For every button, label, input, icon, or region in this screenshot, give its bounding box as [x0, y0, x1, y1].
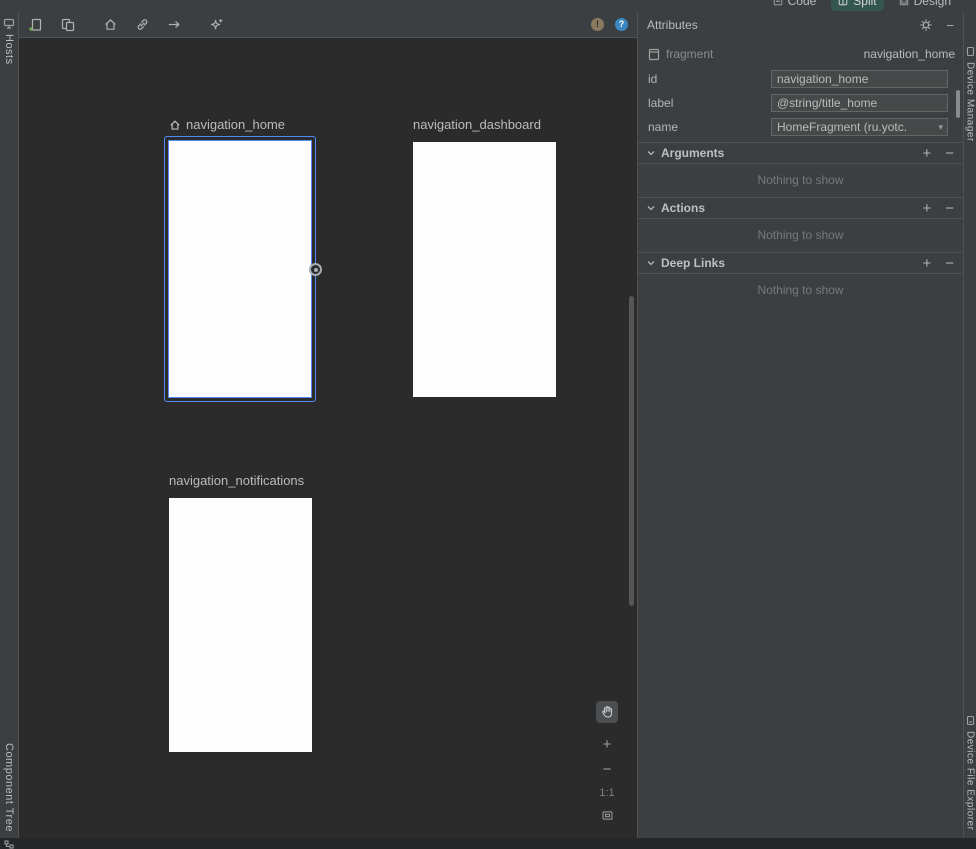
attributes-panel-header: Attributes − — [638, 12, 963, 38]
field-row-name: name HomeFragment (ru.yotc. ▾ — [648, 118, 948, 136]
tab-design-label: Design — [914, 0, 951, 8]
section-header-arguments[interactable]: Arguments + − — [638, 142, 963, 164]
zoom-to-fit-icon[interactable] — [601, 809, 614, 822]
section-header-actions[interactable]: Actions + − — [638, 197, 963, 219]
tab-code-label: Code — [788, 0, 817, 8]
editor-mode-tabs: Code Split Design — [766, 0, 958, 12]
tab-code[interactable]: Code — [766, 0, 824, 11]
zoom-in-button[interactable]: + — [603, 737, 612, 753]
left-tool-rail: Hosts Component Tree — [0, 12, 19, 838]
code-tab-icon — [773, 0, 783, 6]
section-actions: Actions + − Nothing to show — [638, 197, 963, 252]
fragment-preview-navigation-home[interactable] — [164, 136, 316, 402]
chevron-down-icon — [647, 204, 655, 212]
attributes-panel: Attributes − fragment navigation_home id — [637, 12, 963, 838]
split-tab-icon — [838, 0, 848, 6]
fragment-screen-navigation-home — [168, 140, 312, 398]
attributes-panel-title: Attributes — [647, 18, 698, 32]
assign-start-destination-icon[interactable] — [102, 17, 118, 33]
id-field-input[interactable] — [771, 70, 948, 88]
rail-tab-device-file-explorer[interactable]: Device File Explorer — [965, 731, 976, 830]
component-type-label: fragment — [666, 47, 713, 61]
nav-graph-canvas[interactable]: ! ? navigation_home navigation_dashboard… — [19, 12, 637, 838]
attribute-fields: id label name HomeFragment (ru.yotc. ▾ — [638, 64, 963, 136]
fragment-icon — [648, 48, 660, 61]
right-tool-rail: Device Manager Device File Explorer — [963, 12, 976, 838]
chevron-down-icon — [647, 149, 655, 157]
section-deep-links: Deep Links + − Nothing to show — [638, 252, 963, 307]
hosts-icon — [3, 18, 15, 29]
selected-component-row: fragment navigation_home — [638, 44, 963, 64]
panel-scrollbar[interactable] — [956, 90, 960, 118]
add-deep-link-icon[interactable]: + — [922, 256, 931, 271]
canvas-vertical-scrollbar[interactable] — [629, 296, 634, 606]
section-arguments: Arguments + − Nothing to show — [638, 142, 963, 197]
zoom-controls: + − 1:1 — [596, 701, 618, 822]
chevron-down-icon — [647, 259, 655, 267]
id-field-label: id — [648, 72, 771, 86]
device-file-explorer-icon — [966, 715, 975, 726]
section-title: Deep Links — [661, 256, 725, 270]
top-strip: Code Split Design — [0, 0, 976, 12]
auto-arrange-icon[interactable] — [208, 17, 224, 33]
section-title: Actions — [661, 201, 705, 215]
help-icon[interactable]: ? — [615, 18, 628, 31]
hide-panel-icon[interactable]: − — [946, 19, 954, 32]
warnings-indicator-icon[interactable]: ! — [591, 18, 604, 31]
remove-action-icon[interactable]: − — [945, 201, 954, 216]
device-manager-icon — [966, 46, 975, 57]
fragment-label-navigation-home[interactable]: navigation_home — [169, 117, 285, 132]
chevron-down-icon: ▾ — [934, 122, 943, 133]
field-row-id: id — [648, 70, 948, 88]
zoom-out-button[interactable]: − — [603, 762, 612, 778]
tab-design[interactable]: Design — [892, 0, 958, 11]
component-id-label: navigation_home — [864, 47, 955, 61]
attribute-sections: Arguments + − Nothing to show Actions + … — [638, 142, 963, 307]
design-tab-icon — [899, 0, 909, 6]
start-destination-home-icon — [169, 119, 181, 131]
name-field-dropdown[interactable]: HomeFragment (ru.yotc. ▾ — [771, 118, 948, 136]
action-connection-handle[interactable] — [309, 263, 322, 276]
rail-tab-device-manager[interactable]: Device Manager — [965, 62, 976, 142]
deep-links-empty-text: Nothing to show — [638, 274, 963, 307]
field-row-label: label — [648, 94, 948, 112]
zoom-level-label: 1:1 — [599, 787, 614, 799]
fragment-label-navigation-dashboard[interactable]: navigation_dashboard — [413, 117, 541, 132]
add-action-icon[interactable]: + — [922, 201, 931, 216]
actions-empty-text: Nothing to show — [638, 219, 963, 252]
action-arrow-icon[interactable] — [166, 17, 182, 33]
name-field-label: name — [648, 120, 771, 134]
gear-icon[interactable] — [919, 18, 933, 32]
label-field-label: label — [648, 96, 771, 110]
add-argument-icon[interactable]: + — [922, 146, 931, 161]
nav-editor-toolbar: ! ? — [19, 12, 637, 38]
connection-handle-dot — [314, 268, 318, 272]
rail-tab-component-tree[interactable]: Component Tree — [3, 743, 15, 832]
tab-split[interactable]: Split — [831, 0, 883, 11]
pan-hand-icon — [600, 705, 614, 719]
tab-split-label: Split — [853, 0, 876, 8]
section-title: Arguments — [661, 146, 724, 160]
rail-tab-hosts[interactable]: Hosts — [3, 34, 15, 65]
component-tree-icon[interactable] — [4, 840, 15, 849]
remove-argument-icon[interactable]: − — [945, 146, 954, 161]
nested-graph-icon[interactable] — [60, 17, 76, 33]
pan-button[interactable] — [596, 701, 618, 723]
bottom-strip — [0, 838, 976, 849]
remove-deep-link-icon[interactable]: − — [945, 256, 954, 271]
label-field-input[interactable] — [771, 94, 948, 112]
arguments-empty-text: Nothing to show — [638, 164, 963, 197]
new-destination-icon[interactable] — [28, 17, 44, 33]
section-header-deep-links[interactable]: Deep Links + − — [638, 252, 963, 274]
deep-link-icon[interactable] — [134, 17, 150, 33]
name-field-value: HomeFragment (ru.yotc. — [777, 120, 907, 134]
fragment-preview-navigation-dashboard[interactable] — [413, 142, 556, 397]
fragment-preview-navigation-notifications[interactable] — [169, 498, 312, 752]
fragment-label-navigation-notifications[interactable]: navigation_notifications — [169, 473, 304, 488]
